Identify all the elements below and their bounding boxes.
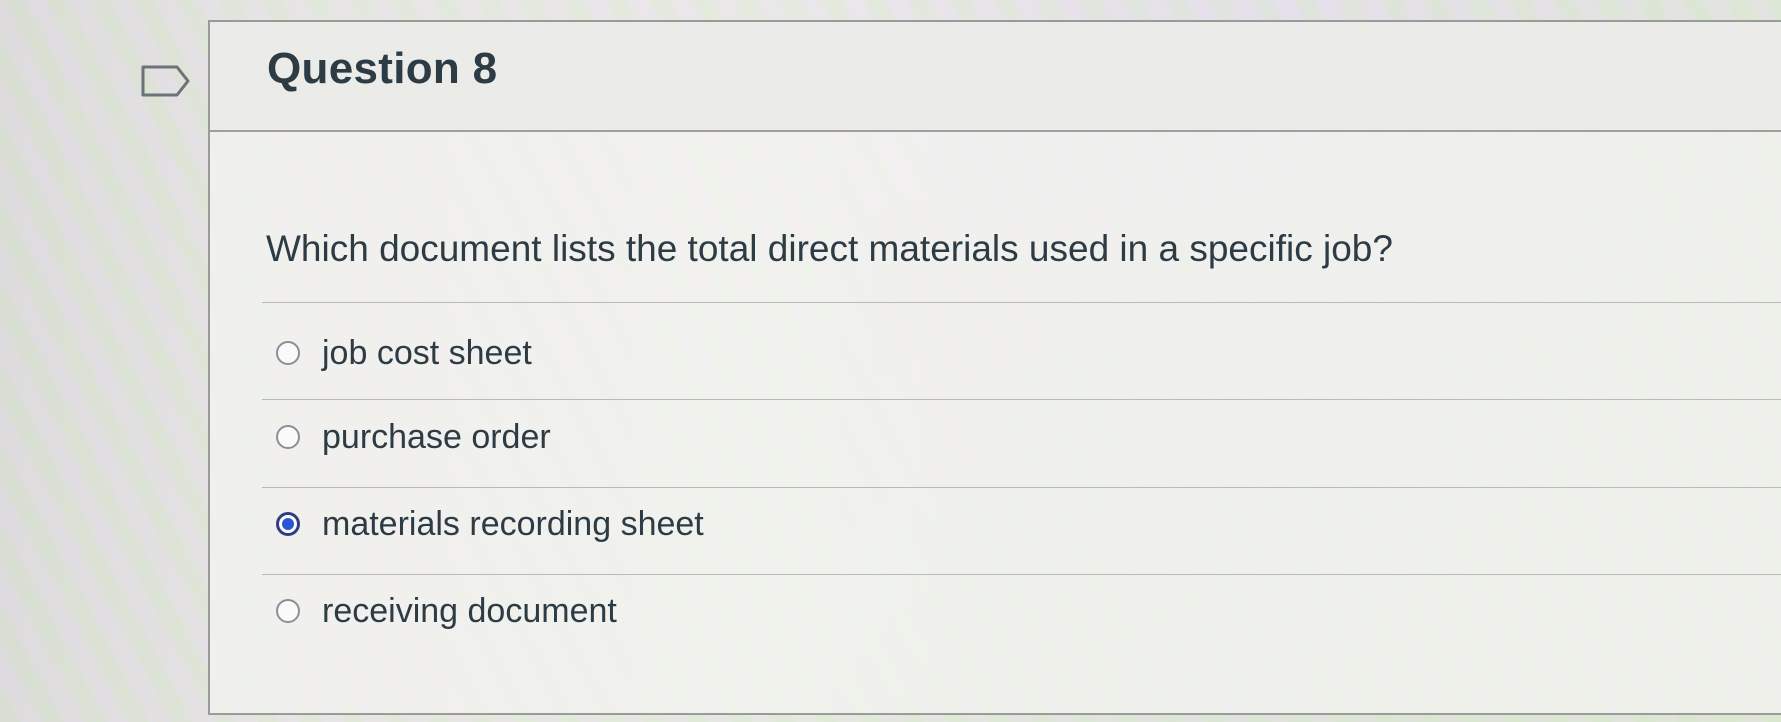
answer-option-1[interactable]: job cost sheet <box>262 322 1781 384</box>
divider <box>262 574 1781 575</box>
answer-option-4[interactable]: receiving document <box>262 580 1781 642</box>
radio-button-selected[interactable] <box>276 512 300 536</box>
flag-question-icon[interactable] <box>140 64 192 98</box>
question-header: Question 8 <box>210 22 1781 132</box>
question-card: Question 8 Which document lists the tota… <box>208 20 1781 715</box>
answer-option-3[interactable]: materials recording sheet <box>262 493 1781 555</box>
answer-label: job cost sheet <box>322 333 532 372</box>
divider <box>262 302 1781 303</box>
radio-button[interactable] <box>276 341 300 365</box>
radio-button[interactable] <box>276 425 300 449</box>
answer-label: receiving document <box>322 591 617 630</box>
answer-label: purchase order <box>322 417 551 456</box>
divider <box>262 487 1781 488</box>
divider <box>262 399 1781 400</box>
answer-option-2[interactable]: purchase order <box>262 406 1781 468</box>
radio-button[interactable] <box>276 599 300 623</box>
question-title: Question 8 <box>267 44 498 93</box>
answer-label: materials recording sheet <box>322 504 704 543</box>
question-prompt: Which document lists the total direct ma… <box>266 228 1393 269</box>
